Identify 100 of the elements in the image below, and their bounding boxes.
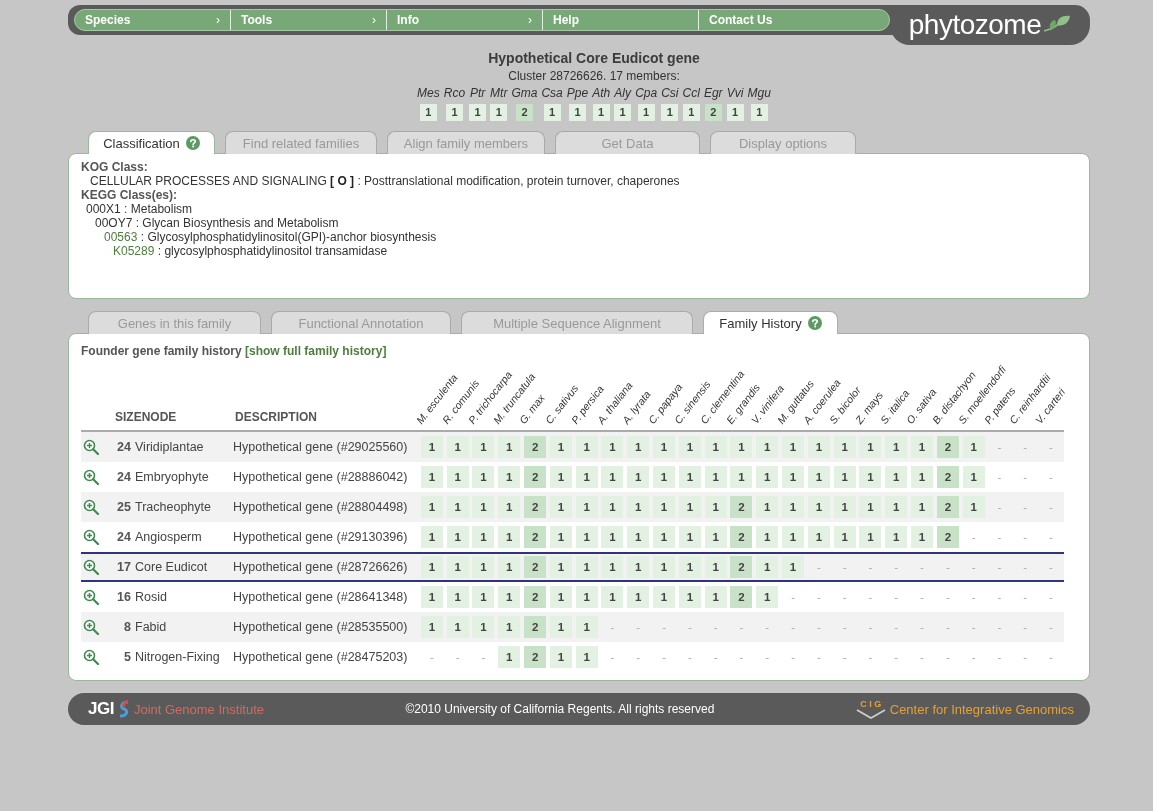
node-name: Embryophyte bbox=[135, 470, 209, 484]
help-icon bbox=[185, 136, 200, 150]
count-cell: 2 bbox=[936, 466, 959, 488]
count-cell: 1 bbox=[962, 496, 985, 518]
size-value: 16 bbox=[117, 590, 131, 604]
size-value: 24 bbox=[117, 470, 131, 484]
dash: - bbox=[970, 590, 977, 605]
table-row[interactable]: 24 Angiosperm Hypothetical gene (#29130396) 1 1 1 1 2 1 1 1 1 1 1 1 2 1 1 1 1 1 1 1 2 - - - - bbox=[81, 522, 1064, 552]
count-cell: 1 bbox=[472, 616, 495, 638]
count-cell: 1 bbox=[627, 496, 650, 518]
size-value: 8 bbox=[124, 620, 131, 634]
table-row[interactable]: 25 Tracheophyte Hypothetical gene (#28804498) 1 1 1 1 2 1 1 1 1 1 1 1 2 1 1 1 1 1 1 1 2 1 - - - bbox=[81, 492, 1064, 522]
count-cell: 1 bbox=[678, 496, 701, 518]
gene-description: Hypothetical gene (#28475203) bbox=[233, 650, 408, 664]
menu-item[interactable]: Help bbox=[543, 10, 699, 30]
count-cell: 1 bbox=[750, 104, 768, 121]
zoom-in-icon bbox=[83, 649, 99, 665]
count-cell: 2 bbox=[936, 526, 959, 548]
jgi-swoosh-icon bbox=[117, 700, 130, 718]
dash: - bbox=[712, 650, 719, 665]
count-cell: 1 bbox=[782, 436, 805, 458]
count-cell: 1 bbox=[704, 466, 727, 488]
count-cell: 1 bbox=[575, 526, 598, 548]
zoom-in-icon bbox=[83, 469, 99, 485]
species-abbreviation: Ppe bbox=[566, 86, 589, 100]
dash: - bbox=[790, 650, 796, 665]
table-row[interactable]: 24 Viridiplantae Hypothetical gene (#29025560) 1 1 1 1 2 1 1 1 1 1 1 1 1 1 1 1 1 1 1 1 2 1 - - - bbox=[81, 431, 1064, 462]
count-cell: 1 bbox=[543, 104, 561, 121]
menu-item[interactable]: Species › bbox=[75, 10, 231, 30]
count-cell: 1 bbox=[446, 586, 469, 608]
count-cell: 1 bbox=[682, 104, 700, 121]
count-cell: 1 bbox=[575, 586, 598, 608]
tab[interactable]: Family History bbox=[703, 311, 838, 334]
table-row[interactable]: 24 Embryophyte Hypothetical gene (#28886042) 1 1 1 1 2 1 1 1 1 1 1 1 1 1 1 1 1 1 1 1 2 1 - - - bbox=[81, 462, 1064, 492]
menu-item[interactable]: Info › bbox=[387, 10, 543, 30]
count-cell: 1 bbox=[601, 496, 624, 518]
count-cell: 1 bbox=[833, 496, 856, 518]
zoom-in-icon bbox=[83, 529, 99, 545]
dash: - bbox=[1048, 440, 1054, 455]
leaf-icon bbox=[1043, 15, 1072, 35]
count-cell: 1 bbox=[575, 466, 598, 488]
dash: - bbox=[996, 560, 1003, 575]
kegg-link[interactable]: K05289 bbox=[113, 244, 155, 258]
cig-logo-text: C I G bbox=[860, 699, 882, 709]
size-value: 24 bbox=[117, 440, 131, 454]
count-cell: 1 bbox=[498, 436, 521, 458]
menu-item[interactable]: Tools › bbox=[231, 10, 387, 30]
count-cell: 1 bbox=[472, 436, 495, 458]
count-cell: 1 bbox=[859, 436, 882, 458]
dash: - bbox=[790, 620, 796, 635]
dash: - bbox=[790, 590, 796, 605]
chevron-icon bbox=[855, 709, 886, 719]
count-cell: 1 bbox=[472, 466, 495, 488]
section-heading: KOG Class: bbox=[81, 160, 149, 174]
count-cell: 1 bbox=[601, 556, 624, 578]
dash: - bbox=[1048, 560, 1054, 575]
species-abbreviation: Egr bbox=[703, 86, 723, 100]
count-cell: 1 bbox=[833, 436, 856, 458]
count-cell: 1 bbox=[661, 104, 679, 121]
count-cell: 1 bbox=[911, 526, 934, 548]
count-cell: 1 bbox=[575, 436, 598, 458]
count-cell: 1 bbox=[627, 466, 650, 488]
species-abbreviation: Csi bbox=[661, 86, 679, 100]
gene-description: Hypothetical gene (#29130396) bbox=[233, 530, 408, 544]
show-history-link[interactable]: [show full family history] bbox=[245, 344, 387, 358]
menu-item[interactable]: Contact Us bbox=[699, 10, 855, 30]
count-cell: 2 bbox=[524, 586, 547, 608]
kegg-link[interactable]: 00563 bbox=[104, 230, 138, 244]
count-cell: 1 bbox=[730, 436, 753, 458]
section-heading: KEGG Class(es): bbox=[81, 188, 179, 202]
dash: - bbox=[919, 650, 925, 665]
count-cell: 1 bbox=[678, 436, 701, 458]
dash: - bbox=[815, 590, 822, 605]
node-name: Viridiplantae bbox=[135, 440, 204, 454]
count-cell: 1 bbox=[962, 436, 985, 458]
dash: - bbox=[686, 650, 693, 665]
dash: - bbox=[635, 620, 642, 635]
dash: - bbox=[919, 620, 925, 635]
count-cell: 1 bbox=[614, 104, 632, 121]
tab[interactable]: Classification bbox=[88, 131, 215, 154]
zoom-in-icon bbox=[83, 499, 99, 515]
table-row[interactable]: 16 Rosid Hypothetical gene (#28641348) 1 1 1 1 2 1 1 1 1 1 1 1 2 1 - - - - - - - - - - - bbox=[81, 582, 1064, 612]
dash: - bbox=[893, 590, 900, 605]
table-row[interactable]: 8 Fabid Hypothetical gene (#28535500) 1 1 1 1 2 1 1 - - - - - - - - - - - - - - - - - - bbox=[81, 612, 1064, 642]
logo-text[interactable]: phytozome bbox=[908, 9, 1042, 41]
count-cell: 1 bbox=[445, 104, 463, 121]
count-cell: 2 bbox=[524, 616, 547, 638]
count-cell: 1 bbox=[756, 526, 779, 548]
count-cell: 1 bbox=[859, 526, 882, 548]
count-cell: 2 bbox=[524, 466, 547, 488]
dash: - bbox=[738, 620, 745, 635]
species-abbreviation: Gma bbox=[511, 86, 538, 100]
dash: - bbox=[1022, 470, 1029, 485]
count-cell: 1 bbox=[420, 586, 443, 608]
count-cell: 1 bbox=[490, 104, 508, 121]
dash: - bbox=[996, 620, 1003, 635]
table-row[interactable]: 17 Core Eudicot Hypothetical gene (#28726626) 1 1 1 1 2 1 1 1 1 1 1 1 2 1 1 - - - - - - - - - - bbox=[81, 552, 1064, 582]
size-value: 5 bbox=[124, 650, 131, 664]
node-name: Rosid bbox=[135, 590, 167, 604]
count-cell: 1 bbox=[653, 526, 676, 548]
